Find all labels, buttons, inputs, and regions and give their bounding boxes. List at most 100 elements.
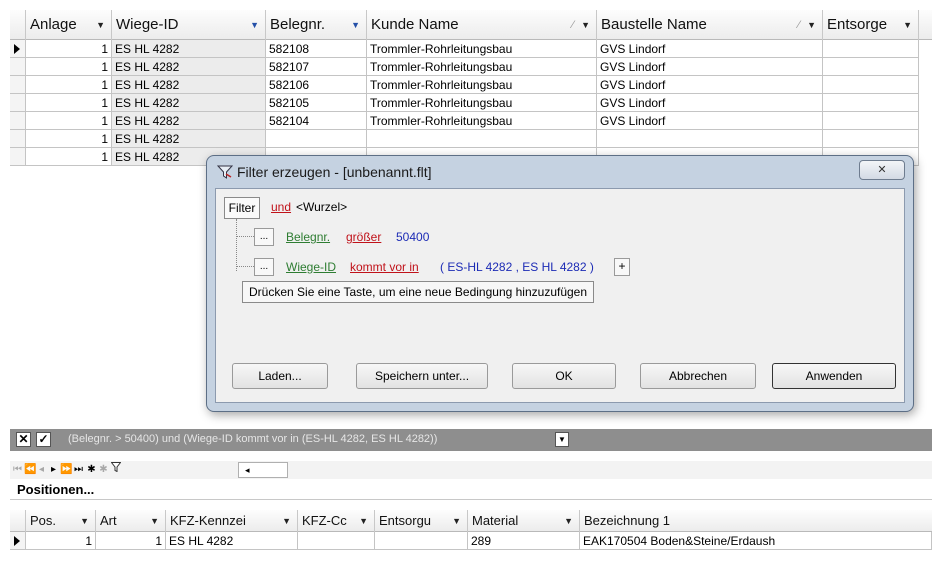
cell-entsorger[interactable] <box>823 94 919 112</box>
cell-entsorger[interactable] <box>823 58 919 76</box>
condition-menu-button[interactable]: ... <box>254 228 274 246</box>
cell-wiege-id[interactable]: ES HL 4282 <box>112 58 266 76</box>
row-indicator[interactable] <box>10 94 26 112</box>
column-header-entsorger[interactable]: Entsorge ▼ <box>823 10 919 40</box>
cell-wiege-id[interactable]: ES HL 4282 <box>112 130 266 148</box>
row-indicator[interactable] <box>10 532 26 550</box>
condition-field-link[interactable]: Wiege-ID <box>286 260 336 274</box>
cell-kfz-kennzeichen[interactable]: ES HL 4282 <box>166 532 298 550</box>
cell-baustelle-name[interactable]: GVS Lindorf <box>597 112 823 130</box>
cancel-button[interactable]: Abbrechen <box>640 363 756 389</box>
cell-belegnr[interactable]: 582106 <box>266 76 367 94</box>
cell-belegnr[interactable]: 582104 <box>266 112 367 130</box>
cell-anlage[interactable]: 1 <box>26 58 112 76</box>
condition-value[interactable]: 50400 <box>396 230 429 244</box>
cell-baustelle-name[interactable] <box>597 130 823 148</box>
prev-page-icon[interactable]: ⏪ <box>24 462 36 478</box>
cell-anlage[interactable]: 1 <box>26 148 112 166</box>
cell-wiege-id[interactable]: ES HL 4282 <box>112 94 266 112</box>
first-icon[interactable]: ⏮ <box>12 462 23 478</box>
condition-menu-button[interactable]: ... <box>254 258 274 276</box>
last-icon[interactable]: ⏭ <box>73 462 84 478</box>
column-header-anlage[interactable]: Anlage ▼ <box>26 10 112 40</box>
cell-entsorger[interactable] <box>823 112 919 130</box>
cell-anlage[interactable]: 1 <box>26 112 112 130</box>
cell-entsorgung[interactable] <box>375 532 468 550</box>
cell-entsorger[interactable] <box>823 130 919 148</box>
cell-kunde-name[interactable]: Trommler-Rohrleitungsbau <box>367 112 597 130</box>
table-row[interactable]: 1 ES HL 4282 582108 Trommler-Rohrleitungsba… <box>10 40 932 58</box>
cell-kunde-name[interactable]: Trommler-Rohrleitungsbau <box>367 40 597 58</box>
row-indicator[interactable] <box>10 130 26 148</box>
cell-wiege-id[interactable]: ES HL 4282 <box>112 76 266 94</box>
cell-belegnr[interactable] <box>266 130 367 148</box>
dropdown-arrow-icon[interactable]: ▼ <box>452 510 461 532</box>
cell-baustelle-name[interactable]: GVS Lindorf <box>597 94 823 112</box>
column-header-kfz-code[interactable]: KFZ-Cc ▼ <box>298 510 375 532</box>
filter-enabled-checkbox[interactable]: ✓ <box>36 432 51 447</box>
row-indicator[interactable] <box>10 40 26 58</box>
dropdown-arrow-icon[interactable]: ▼ <box>80 510 89 532</box>
dropdown-arrow-icon[interactable]: ▼ <box>807 10 816 40</box>
table-row[interactable]: 1 ES HL 4282 <box>10 130 932 148</box>
column-header-bezeichnung[interactable]: Bezeichnung 1 <box>580 510 932 532</box>
column-header-art[interactable]: Art ▼ <box>96 510 166 532</box>
table-row[interactable]: 1 ES HL 4282 582105 Trommler-Rohrleitungsba… <box>10 94 932 112</box>
insert-icon[interactable]: ✱ <box>86 462 97 478</box>
row-indicator[interactable] <box>10 58 26 76</box>
dropdown-arrow-icon[interactable]: ▼ <box>282 510 291 532</box>
column-header-belegnr[interactable]: Belegnr. ▼ <box>266 10 367 40</box>
cell-anlage[interactable]: 1 <box>26 130 112 148</box>
cell-entsorger[interactable] <box>823 40 919 58</box>
cell-entsorger[interactable] <box>823 76 919 94</box>
filter-root-button[interactable]: Filter <box>224 197 260 219</box>
close-button[interactable]: ✕ <box>859 160 905 180</box>
add-value-button[interactable]: + <box>614 258 630 276</box>
dropdown-arrow-icon[interactable]: ▼ <box>903 10 912 40</box>
cell-pos[interactable]: 1 <box>26 532 96 550</box>
dropdown-arrow-icon[interactable]: ▼ <box>359 510 368 532</box>
row-indicator[interactable] <box>10 112 26 130</box>
cell-kunde-name[interactable]: Trommler-Rohrleitungsbau <box>367 94 597 112</box>
column-header-baustelle-name[interactable]: Baustelle Name ⁄ ▼ <box>597 10 823 40</box>
column-header-pos[interactable]: Pos. ▼ <box>26 510 96 532</box>
condition-operator-link[interactable]: größer <box>346 230 381 244</box>
dropdown-arrow-icon[interactable]: ▼ <box>96 10 105 40</box>
dropdown-arrow-icon[interactable]: ▼ <box>150 510 159 532</box>
delete-icon[interactable]: ✱ <box>98 462 109 478</box>
dialog-title-bar[interactable]: Filter erzeugen - [unbenannt.flt] ✕ <box>207 156 913 188</box>
save-as-button[interactable]: Speichern unter... <box>356 363 488 389</box>
filter-expression[interactable]: (Belegnr. > 50400) und (Wiege-ID kommt v… <box>68 433 437 445</box>
cell-anlage[interactable]: 1 <box>26 76 112 94</box>
column-header-wiege-id[interactable]: Wiege-ID ▼ <box>112 10 266 40</box>
table-row[interactable]: 1 ES HL 4282 582107 Trommler-Rohrleitungsba… <box>10 58 932 76</box>
next-icon[interactable]: ▸ <box>48 462 59 478</box>
cell-bezeichnung[interactable]: EAK170504 Boden&Steine/Erdaush <box>580 532 932 550</box>
row-indicator[interactable] <box>10 76 26 94</box>
cell-belegnr[interactable]: 582105 <box>266 94 367 112</box>
cell-anlage[interactable]: 1 <box>26 40 112 58</box>
column-header-kunde-name[interactable]: Kunde Name ⁄ ▼ <box>367 10 597 40</box>
clear-filter-icon[interactable]: ✕ <box>16 432 31 447</box>
cell-kunde-name[interactable]: Trommler-Rohrleitungsbau <box>367 76 597 94</box>
table-row[interactable]: 1 ES HL 4282 582106 Trommler-Rohrleitungsba… <box>10 76 932 94</box>
ok-button[interactable]: OK <box>512 363 616 389</box>
cell-wiege-id[interactable]: ES HL 4282 <box>112 112 266 130</box>
load-button[interactable]: Laden... <box>232 363 328 389</box>
cell-baustelle-name[interactable]: GVS Lindorf <box>597 58 823 76</box>
table-row[interactable]: 1 ES HL 4282 582104 Trommler-Rohrleitungsba… <box>10 112 932 130</box>
cell-anlage[interactable]: 1 <box>26 94 112 112</box>
filter-history-dropdown[interactable]: ▼ <box>555 432 569 447</box>
table-row[interactable]: 1 1 ES HL 4282 289 EAK170504 Boden&Stein… <box>10 532 932 550</box>
column-header-entsorgung[interactable]: Entsorgu ▼ <box>375 510 468 532</box>
horizontal-scroll-indicator[interactable]: ◂ <box>238 462 288 478</box>
cell-wiege-id[interactable]: ES HL 4282 <box>112 40 266 58</box>
cell-art[interactable]: 1 <box>96 532 166 550</box>
cell-belegnr[interactable]: 582108 <box>266 40 367 58</box>
cell-kunde-name[interactable] <box>367 130 597 148</box>
cell-baustelle-name[interactable]: GVS Lindorf <box>597 76 823 94</box>
next-page-icon[interactable]: ⏩ <box>60 462 72 478</box>
column-header-material[interactable]: Material ▼ <box>468 510 580 532</box>
dropdown-arrow-icon[interactable]: ▼ <box>564 510 573 532</box>
column-header-kfz-kennzeichen[interactable]: KFZ-Kennzei ▼ <box>166 510 298 532</box>
